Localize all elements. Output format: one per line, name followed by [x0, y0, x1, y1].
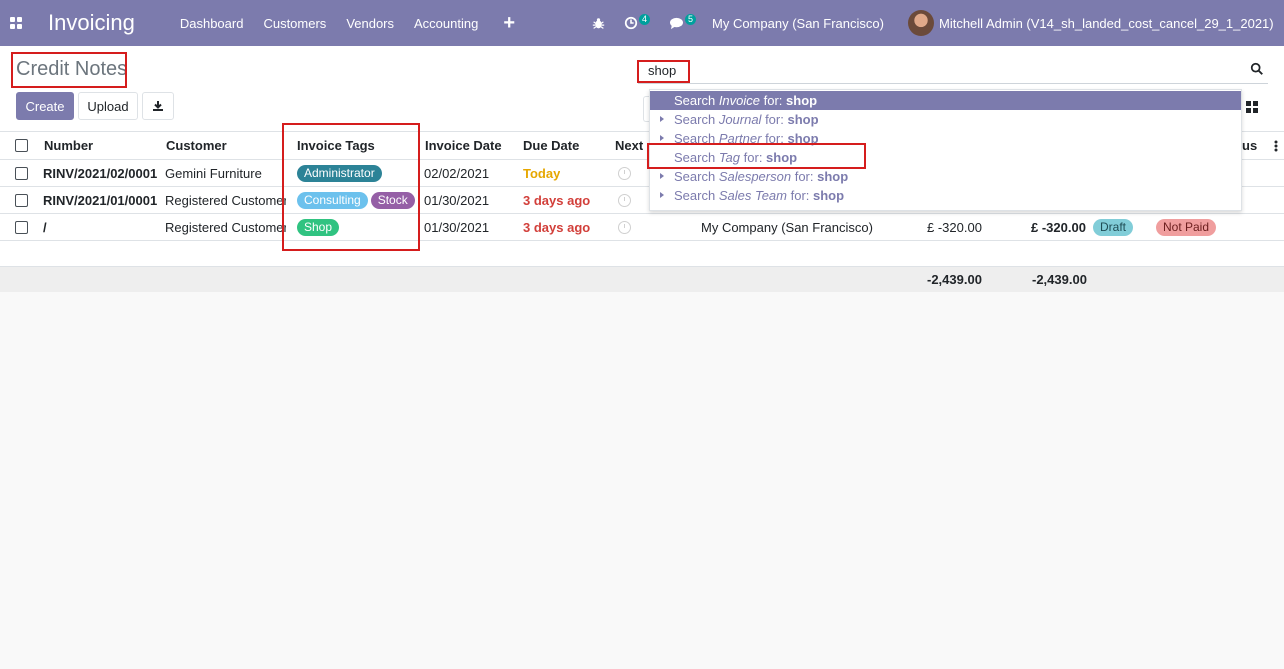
messages-chat-icon[interactable]: 5 — [669, 0, 697, 46]
row-checkbox[interactable] — [15, 187, 28, 213]
cell-untaxed-amount: £ -320.00 — [927, 219, 982, 235]
status-badge: Draft — [1093, 218, 1134, 236]
menu-vendors[interactable]: Vendors — [346, 16, 394, 31]
highlight-invoice-tags-column — [282, 123, 420, 251]
header-invoice-date[interactable]: Invoice Date — [425, 132, 502, 159]
user-name: Mitchell Admin (V14_sh_landed_cost_cance… — [939, 15, 1274, 31]
message-count-badge: 5 — [685, 13, 697, 25]
search-input[interactable] — [638, 56, 1238, 84]
header-next-activity[interactable]: Next — [615, 132, 643, 159]
create-button[interactable]: Create — [16, 92, 74, 120]
cell-due-date: Today — [523, 165, 561, 181]
avatar — [908, 10, 934, 36]
search-option-invoice[interactable]: Search Invoice for: shop — [650, 91, 1241, 110]
search-option-sales-team[interactable]: Search Sales Team for: shop — [650, 186, 1241, 205]
payment-status-badge: Not Paid — [1156, 218, 1217, 236]
expand-caret-icon[interactable] — [660, 173, 664, 179]
highlight-search-tag-option — [647, 143, 866, 169]
menu-customers[interactable]: Customers — [263, 16, 326, 31]
cell-customer: Registered Customer — [165, 192, 286, 208]
header-number[interactable]: Number — [44, 132, 93, 159]
download-icon — [153, 101, 163, 111]
user-menu[interactable]: Mitchell Admin (V14_sh_landed_cost_cance… — [908, 0, 1274, 46]
cell-number: RINV/2021/02/0001 — [43, 165, 158, 181]
cell-due-date: 3 days ago — [523, 192, 591, 208]
header-status[interactable]: us — [1242, 132, 1257, 159]
cell-state: Draft — [1093, 214, 1134, 240]
cell-due-date: 3 days ago — [523, 219, 591, 235]
search-option-journal[interactable]: Search Journal for: shop — [650, 110, 1241, 129]
company-switcher[interactable]: My Company (San Francisco) — [712, 0, 884, 46]
select-all-checkbox[interactable] — [15, 132, 28, 159]
cell-total: £ -320.00 — [1031, 219, 1086, 235]
empty-row — [0, 241, 1284, 267]
activity-clock-icon[interactable]: 4 — [624, 0, 651, 46]
highlight-search-term — [637, 60, 690, 83]
expand-caret-icon[interactable] — [660, 192, 664, 198]
cell-invoice-date: 02/02/2021 — [424, 165, 490, 181]
activity-clock-icon[interactable] — [618, 160, 631, 186]
table-row[interactable]: / Registered Customer Shop 01/30/2021 3 … — [0, 214, 1284, 241]
cell-invoice-date: 01/30/2021 — [424, 219, 490, 235]
top-navbar: Invoicing Dashboard Customers Vendors Ac… — [0, 0, 1284, 46]
kanban-view-icon[interactable] — [1240, 96, 1264, 118]
cell-customer: Registered Customer — [165, 219, 286, 235]
header-due-date[interactable]: Due Date — [523, 132, 579, 159]
debug-bug-icon[interactable] — [592, 0, 605, 46]
expand-caret-icon[interactable] — [660, 116, 664, 122]
activity-count-badge: 4 — [639, 13, 651, 25]
quick-create-icon[interactable]: + — [503, 12, 515, 35]
menu-dashboard[interactable]: Dashboard — [180, 16, 244, 31]
activity-clock-icon[interactable] — [618, 214, 631, 240]
header-customer[interactable]: Customer — [166, 132, 227, 159]
optional-columns-icon[interactable] — [1274, 132, 1278, 159]
cell-invoice-date: 01/30/2021 — [424, 192, 490, 208]
cell-payment-status: Not Paid — [1156, 214, 1217, 240]
app-title[interactable]: Invoicing — [48, 10, 135, 36]
highlight-page-title — [11, 52, 127, 88]
footer-untaxed-total: -2,439.00 — [927, 272, 982, 287]
search-icon[interactable] — [1250, 62, 1264, 76]
cell-customer: Gemini Furniture — [165, 165, 262, 181]
apps-menu-icon[interactable] — [0, 0, 32, 46]
upload-button[interactable]: Upload — [78, 92, 138, 120]
cell-company: My Company (San Francisco) — [701, 219, 873, 235]
row-checkbox[interactable] — [15, 160, 28, 186]
activity-clock-icon[interactable] — [618, 187, 631, 213]
search-bar — [638, 56, 1268, 84]
cell-number: RINV/2021/01/0001 — [43, 192, 158, 208]
footer-total: -2,439.00 — [1032, 272, 1087, 287]
row-checkbox[interactable] — [15, 214, 28, 240]
table-footer-totals: -2,439.00 -2,439.00 — [0, 267, 1284, 292]
expand-caret-icon[interactable] — [660, 135, 664, 141]
search-option-salesperson[interactable]: Search Salesperson for: shop — [650, 167, 1241, 186]
cell-number: / — [43, 219, 47, 235]
export-download-button[interactable] — [142, 92, 174, 120]
menu-accounting[interactable]: Accounting — [414, 16, 478, 31]
